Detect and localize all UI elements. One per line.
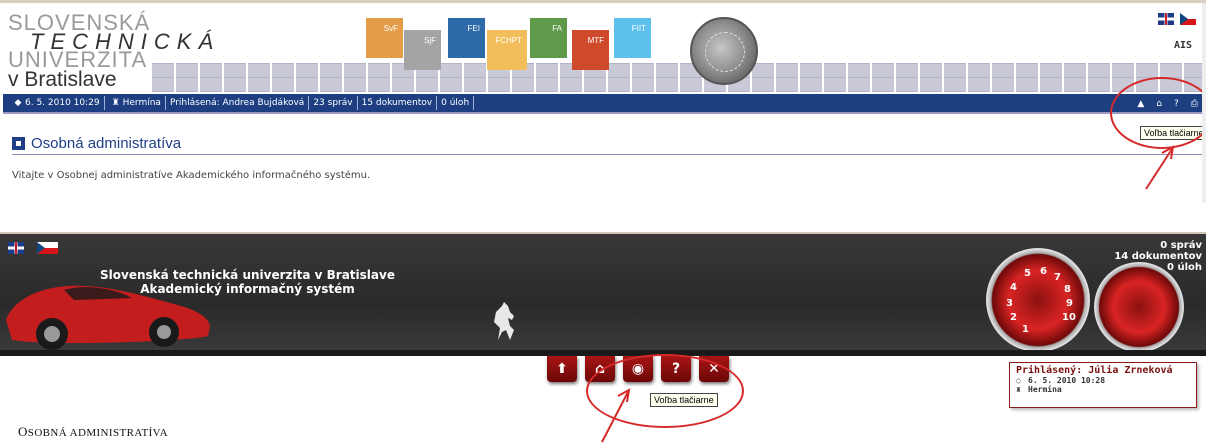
documents-link[interactable]: 15 dokumentov (358, 96, 438, 110)
annotation-arrow (1145, 145, 1175, 190)
gauge-number: 3 (1006, 298, 1013, 309)
datetime-text: 6. 5. 2010 10:29 (25, 98, 100, 108)
location-text: Hermína (1028, 385, 1062, 394)
section-square-icon (12, 137, 25, 150)
gauge-number: 2 (1010, 312, 1017, 323)
banner-title-line1: Slovenská technická univerzita v Bratisl… (100, 268, 395, 282)
ferrari-banner: Slovenská technická univerzita v Bratisl… (0, 232, 1206, 352)
gauge-number: 6 (1040, 266, 1047, 277)
location-item: ♜ Hermína (105, 96, 166, 110)
section-title: Osobná administratíva (31, 135, 182, 152)
tachometer-gauge: 6 7 8 9 10 5 4 3 2 1 (986, 248, 1090, 352)
section-title-initial: O (18, 424, 28, 439)
faculty-mtf[interactable]: MTF (572, 30, 609, 70)
info-bar: ◆ 6. 5. 2010 10:29 ♜ Hermína Prihlásená: A… (3, 94, 1203, 114)
user-item[interactable]: Prihlásená: Andrea Bujdáková (166, 96, 310, 110)
decorative-grid (150, 63, 1206, 92)
annotation-circle (1110, 77, 1206, 149)
gauge-number: 7 (1054, 272, 1061, 283)
section-header: Osobná administratíva (12, 133, 1202, 155)
gauge-number: 5 (1024, 268, 1031, 279)
gauge-number: 1 (1022, 324, 1029, 335)
user-datetime: ◌ 6. 5. 2010 10:28 (1016, 376, 1190, 385)
messages-link[interactable]: 0 správ (1114, 240, 1202, 251)
faculty-svf[interactable]: SvF (366, 18, 403, 58)
building-icon: ♜ (1016, 385, 1021, 394)
annotation-arrow (601, 388, 631, 443)
faculty-fiit[interactable]: FIIT (614, 18, 651, 58)
top-screenshot: SLOVENSKÁ TECHNICKÁ UNIVERZITA v Bratisl… (0, 0, 1206, 203)
gauge-number: 8 (1064, 284, 1071, 295)
bottom-screenshot: Slovenská technická univerzita v Bratisl… (0, 232, 1206, 443)
scrollbar[interactable] (1202, 3, 1206, 203)
clock-icon: ◆ (14, 98, 22, 108)
up-button[interactable]: ⬆ (547, 356, 577, 382)
faculty-fa[interactable]: FA (530, 18, 567, 58)
user-info-box: Prihlásený: Júlia Zrneková ◌ 6. 5. 2010 1… (1009, 362, 1197, 408)
system-label: AIS (1174, 40, 1193, 51)
location-text: Hermína (122, 98, 161, 108)
logo-line-2: TECHNICKÁ (30, 29, 221, 54)
flag-uk-icon[interactable] (8, 242, 24, 254)
documents-link[interactable]: 14 dokumentov (1114, 251, 1202, 262)
speedometer-gauge (1094, 262, 1184, 352)
datetime-text: 6. 5. 2010 10:28 (1028, 376, 1106, 385)
banner-title: Slovenská technická univerzita v Bratisl… (100, 268, 395, 296)
clock-icon: ◌ (1016, 376, 1021, 385)
gauge-number: 4 (1010, 282, 1017, 293)
prancing-horse-icon (494, 302, 514, 340)
tasks-link[interactable]: 0 úloh (1114, 262, 1202, 273)
section-title-rest: SOBNÁ ADMINISTRATÍVA (27, 427, 168, 439)
building-icon: ♜ (111, 98, 120, 108)
faculty-sjf[interactable]: SjF (404, 30, 441, 70)
section-title: OSOBNÁ ADMINISTRATÍVA (18, 424, 168, 440)
messages-link[interactable]: 23 správ (309, 96, 358, 110)
stu-logo[interactable]: SLOVENSKÁ TECHNICKÁ UNIVERZITA v Bratisl… (8, 12, 213, 92)
user-location: ♜ Hermína (1016, 385, 1190, 394)
flag-cz-icon[interactable] (37, 242, 58, 254)
gauge-number: 10 (1062, 312, 1076, 323)
gauge-number: 9 (1066, 298, 1073, 309)
tasks-link[interactable]: 0 úloh (437, 96, 475, 110)
datetime-item: ◆ 6. 5. 2010 10:29 (7, 96, 105, 110)
university-seal (690, 17, 758, 85)
banner-title-line2: Akademický informačný systém (140, 282, 355, 296)
flag-uk-icon[interactable] (1158, 13, 1174, 25)
counters: 0 správ 14 dokumentov 0 úloh (1114, 240, 1202, 273)
faculty-fchpt[interactable]: FCHPT (487, 30, 527, 70)
welcome-text: Vitajte v Osobnej administratíve Akademi… (12, 170, 371, 181)
flag-cz-icon[interactable] (1180, 13, 1196, 25)
faculty-fei[interactable]: FEI (448, 18, 485, 58)
user-label: Prihlásený: Júlia Zrneková (1016, 365, 1173, 376)
